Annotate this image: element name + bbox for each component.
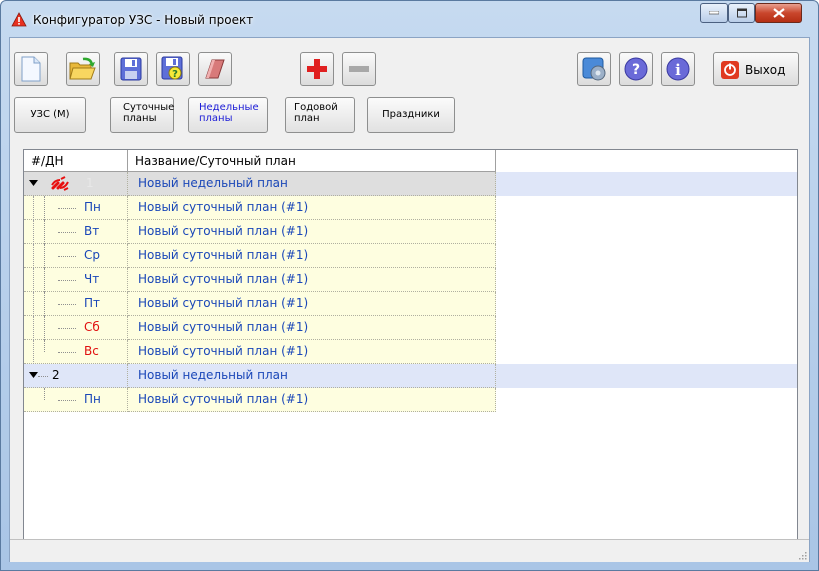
plan-name: Новый недельный план	[128, 364, 496, 388]
uzs-label: УЗС (М)	[30, 109, 70, 120]
column-header-name[interactable]: Название/Суточный план	[128, 150, 496, 172]
day-row[interactable]: Чт Новый суточный план (#1)	[24, 268, 797, 292]
resize-grip-icon[interactable]	[797, 550, 807, 560]
new-button[interactable]	[14, 52, 48, 86]
collapse-arrow-icon[interactable]	[29, 372, 38, 378]
plan-number: 1	[86, 176, 94, 190]
day-row[interactable]: Пн Новый суточный план (#1)	[24, 388, 797, 412]
day-row[interactable]: Пн Новый суточный план (#1)	[24, 196, 797, 220]
day-row[interactable]: Вс Новый суточный план (#1)	[24, 340, 797, 364]
day-plan: Новый суточный план (#1)	[128, 220, 496, 244]
minimize-icon	[709, 11, 719, 15]
day-name: Пн	[84, 200, 101, 214]
save-icon	[120, 57, 142, 81]
day-row[interactable]: Вт Новый суточный план (#1)	[24, 220, 797, 244]
broken-link-icon	[51, 176, 69, 191]
daily-plans-button[interactable]: Суточные планы	[110, 97, 174, 133]
day-name: Вс	[84, 344, 99, 358]
maximize-icon	[736, 8, 747, 18]
day-row[interactable]: Сб Новый суточный план (#1)	[24, 316, 797, 340]
grid-header: #/ДН Название/Суточный план	[24, 150, 797, 172]
close-button[interactable]	[755, 3, 802, 23]
new-document-icon	[21, 56, 41, 82]
day-plan: Новый суточный план (#1)	[128, 340, 496, 364]
yearly-plan-button[interactable]: Годовой план	[285, 97, 355, 133]
day-plan: Новый суточный план (#1)	[128, 316, 496, 340]
day-plan: Новый суточный план (#1)	[128, 292, 496, 316]
day-plan: Новый суточный план (#1)	[128, 388, 496, 412]
day-plan: Новый суточный план (#1)	[128, 196, 496, 220]
open-button[interactable]	[66, 52, 100, 86]
collapse-arrow-icon[interactable]	[29, 180, 38, 186]
eraser-icon	[205, 59, 225, 79]
day-name: Пт	[84, 296, 101, 310]
day-name: Пн	[84, 392, 101, 406]
plan-row[interactable]: 1 Новый недельный план	[24, 172, 797, 196]
settings-icon	[582, 57, 606, 81]
day-name: Вт	[84, 224, 100, 238]
daily-label-1: Суточные	[123, 102, 175, 113]
power-icon	[721, 61, 739, 79]
help-button[interactable]: ?	[619, 52, 653, 86]
svg-text:?: ?	[172, 69, 178, 80]
app-window: Конфигуратор УЗС - Новый проект ? ? i Вы…	[0, 0, 819, 571]
add-icon	[307, 59, 327, 79]
weekly-label-1: Недельные	[199, 102, 259, 113]
save-as-button[interactable]: ?	[156, 52, 190, 86]
warning-icon	[11, 12, 27, 27]
open-folder-icon	[69, 57, 96, 80]
day-name: Сб	[84, 320, 100, 334]
window-title: Конфигуратор УЗС - Новый проект	[33, 13, 254, 27]
svg-text:i: i	[675, 61, 681, 79]
minimize-button[interactable]	[700, 3, 728, 23]
plan-number: 2	[52, 368, 60, 382]
save-as-icon: ?	[161, 56, 183, 80]
day-row[interactable]: Ср Новый суточный план (#1)	[24, 244, 797, 268]
yearly-label-1: Годовой	[294, 102, 338, 113]
day-name: Чт	[84, 272, 100, 286]
svg-text:?: ?	[632, 62, 640, 78]
add-button[interactable]	[300, 52, 334, 86]
info-button[interactable]: i	[661, 52, 695, 86]
day-name: Ср	[84, 248, 100, 262]
help-icon: ?	[624, 57, 648, 81]
holidays-label: Праздники	[382, 109, 440, 120]
save-button[interactable]	[114, 52, 148, 86]
day-plan: Новый суточный план (#1)	[128, 244, 496, 268]
plan-name: Новый недельный план	[128, 172, 496, 196]
title-bar[interactable]: Конфигуратор УЗС - Новый проект	[1, 1, 818, 37]
close-icon	[772, 8, 785, 18]
exit-label: Выход	[745, 63, 786, 77]
status-bar	[10, 539, 809, 562]
exit-button[interactable]: Выход	[713, 52, 799, 86]
weekly-label-2: планы	[199, 113, 233, 124]
uzs-button[interactable]: УЗС (М)	[14, 97, 86, 133]
holidays-button[interactable]: Праздники	[367, 97, 455, 133]
column-header-number[interactable]: #/ДН	[24, 150, 128, 172]
day-plan: Новый суточный план (#1)	[128, 268, 496, 292]
client-area: ? ? i Выход УЗС (М) Суточные планы Недел…	[9, 37, 810, 562]
weekly-plans-button[interactable]: Недельные планы	[188, 97, 268, 133]
day-row[interactable]: Пт Новый суточный план (#1)	[24, 292, 797, 316]
weekly-plans-tree[interactable]: #/ДН Название/Суточный план 1 Новый неде…	[23, 149, 798, 547]
daily-label-2: планы	[123, 113, 157, 124]
remove-button[interactable]	[342, 52, 376, 86]
erase-button[interactable]	[198, 52, 232, 86]
info-icon: i	[666, 57, 690, 81]
maximize-button[interactable]	[728, 3, 755, 23]
remove-icon	[349, 66, 369, 72]
settings-button[interactable]	[577, 52, 611, 86]
plan-row[interactable]: 2 Новый недельный план	[24, 364, 797, 388]
yearly-label-2: план	[294, 113, 320, 124]
